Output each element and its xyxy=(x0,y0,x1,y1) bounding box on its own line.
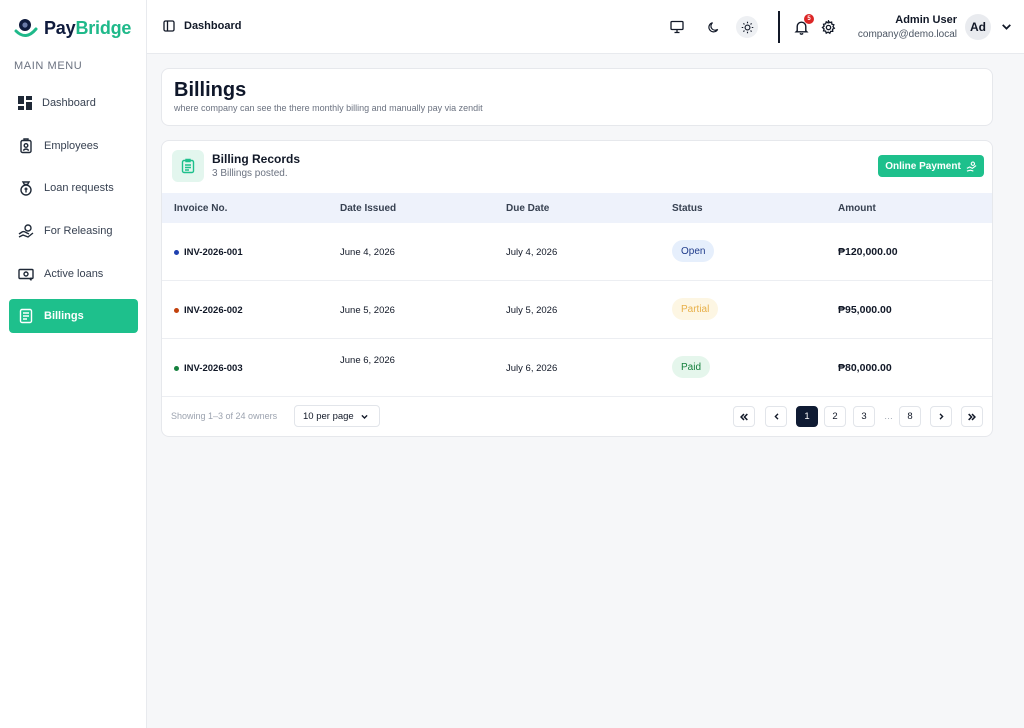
date-issued: June 4, 2026 xyxy=(340,247,395,258)
first-page-button[interactable] xyxy=(733,406,755,427)
status-badge: Partial xyxy=(672,298,719,320)
notifications-button[interactable]: 5 xyxy=(791,14,814,37)
topbar-title: Dashboard xyxy=(184,20,242,32)
cash-icon xyxy=(18,268,34,281)
amount: ₱80,000.00 xyxy=(838,362,892,374)
status-dot xyxy=(174,366,179,371)
date-issued: June 5, 2026 xyxy=(340,305,395,316)
table-row[interactable]: INV-2026-003 June 6, 2026 July 6, 2026 P… xyxy=(162,339,992,397)
invoice-number: INV-2026-003 xyxy=(174,363,243,374)
sidebar-nav: Dashboard Employees Loan requests For Re… xyxy=(9,86,138,342)
page-3-button[interactable]: 3 xyxy=(853,406,875,427)
pagination-info: Showing 1–3 of 24 owners xyxy=(171,411,278,421)
date-issued: June 6, 2026 xyxy=(340,355,395,366)
page-8-button[interactable]: 8 xyxy=(899,406,921,427)
table-header: Invoice No. Date Issued Due Date Status … xyxy=(162,193,992,223)
hand-coin-icon xyxy=(18,224,34,238)
sidebar: PayBridge MAIN MENU Dashboard Employees … xyxy=(0,0,147,728)
due-date: July 5, 2026 xyxy=(506,305,558,316)
dark-theme-button[interactable] xyxy=(703,17,723,37)
page-subtitle: where company can see the there monthly … xyxy=(174,103,483,113)
status-dot xyxy=(174,308,179,313)
records-count: 3 Billings posted. xyxy=(212,168,288,179)
clipboard-list-icon xyxy=(181,158,195,174)
notification-badge: 5 xyxy=(804,14,814,24)
chevron-right-icon xyxy=(939,413,944,420)
sidebar-item-employees[interactable]: Employees xyxy=(9,129,138,163)
due-date: July 4, 2026 xyxy=(506,247,558,258)
sidebar-item-label: For Releasing xyxy=(44,225,113,238)
amount: ₱120,000.00 xyxy=(838,246,898,258)
next-page-button[interactable] xyxy=(930,406,952,427)
page-header-card: Billings where company can see the there… xyxy=(161,68,993,126)
records-title: Billing Records xyxy=(212,152,301,166)
brand-name: PayBridge xyxy=(44,17,132,38)
sidebar-toggle-icon[interactable] xyxy=(163,20,175,32)
column-invoice-no[interactable]: Invoice No. xyxy=(174,203,227,214)
per-page-value: 10 per page xyxy=(303,410,354,422)
online-payment-button[interactable]: Online Payment xyxy=(878,155,984,177)
status-dot xyxy=(174,250,179,255)
topbar: Dashboard 5 Admin User company@demo.loca… xyxy=(147,0,1024,54)
billing-records-card: Billing Records 3 Billings posted. Onlin… xyxy=(161,140,993,437)
sidebar-item-loan-requests[interactable]: Loan requests xyxy=(9,171,138,205)
page-1-button[interactable]: 1 xyxy=(796,406,818,427)
monitor-theme-button[interactable] xyxy=(667,17,687,37)
column-date-issued[interactable]: Date Issued xyxy=(340,203,396,214)
money-bag-icon xyxy=(20,181,32,197)
topbar-divider xyxy=(778,11,780,43)
sidebar-item-label: Employees xyxy=(44,139,99,152)
previous-page-button[interactable] xyxy=(765,406,787,427)
column-amount[interactable]: Amount xyxy=(838,203,876,214)
sun-icon xyxy=(741,21,753,33)
chevrons-right-icon xyxy=(968,413,976,420)
sidebar-item-active-loans[interactable]: Active loans xyxy=(9,257,138,291)
chevron-left-icon xyxy=(773,413,778,420)
sidebar-item-label: Dashboard xyxy=(42,97,96,109)
chevron-down-icon[interactable] xyxy=(1000,20,1013,33)
online-payment-label: Online Payment xyxy=(885,160,961,172)
chevrons-left-icon xyxy=(740,413,748,420)
brand-logo[interactable]: PayBridge xyxy=(14,14,131,42)
sidebar-item-billings[interactable]: Billings xyxy=(9,299,138,334)
chevron-down-icon xyxy=(361,414,368,419)
sidebar-item-for-releasing[interactable]: For Releasing xyxy=(9,214,138,248)
moon-icon xyxy=(707,21,718,32)
column-status[interactable]: Status xyxy=(672,203,703,214)
last-page-button[interactable] xyxy=(961,406,983,427)
sidebar-item-label: Active loans xyxy=(44,267,104,280)
per-page-select[interactable]: 10 per page xyxy=(294,405,380,427)
amount: ₱95,000.00 xyxy=(838,304,892,316)
user-email: company@demo.local xyxy=(857,29,957,40)
document-icon xyxy=(19,309,33,324)
sidebar-item-label: Billings xyxy=(44,310,84,323)
pagination-ellipsis: … xyxy=(884,411,893,421)
column-due-date[interactable]: Due Date xyxy=(506,203,549,214)
page-2-button[interactable]: 2 xyxy=(824,406,846,427)
settings-button[interactable] xyxy=(818,17,838,37)
gear-icon xyxy=(820,19,835,34)
id-badge-icon xyxy=(20,137,32,153)
status-badge: Paid xyxy=(672,356,711,378)
monitor-icon xyxy=(670,20,684,34)
table-row[interactable]: INV-2026-001 June 4, 2026 July 4, 2026 O… xyxy=(162,223,992,281)
avatar[interactable]: Ad xyxy=(965,14,991,40)
light-theme-button[interactable] xyxy=(736,16,758,38)
records-icon-wrap xyxy=(172,150,204,182)
invoice-number: INV-2026-001 xyxy=(174,247,243,258)
status-badge: Open xyxy=(672,240,715,262)
hand-cash-icon xyxy=(966,161,977,172)
sidebar-item-label: Loan requests xyxy=(44,182,114,195)
page-title: Billings xyxy=(174,79,247,101)
table-row[interactable]: INV-2026-002 June 5, 2026 July 5, 2026 P… xyxy=(162,281,992,339)
dashboard-grid-icon xyxy=(18,96,32,110)
paybridge-logo-icon xyxy=(14,19,38,37)
main-menu-label: MAIN MENU xyxy=(14,60,83,72)
due-date: July 6, 2026 xyxy=(506,363,558,374)
user-name: Admin User xyxy=(895,14,957,26)
sidebar-item-dashboard[interactable]: Dashboard xyxy=(9,86,138,120)
invoice-number: INV-2026-002 xyxy=(174,305,243,316)
